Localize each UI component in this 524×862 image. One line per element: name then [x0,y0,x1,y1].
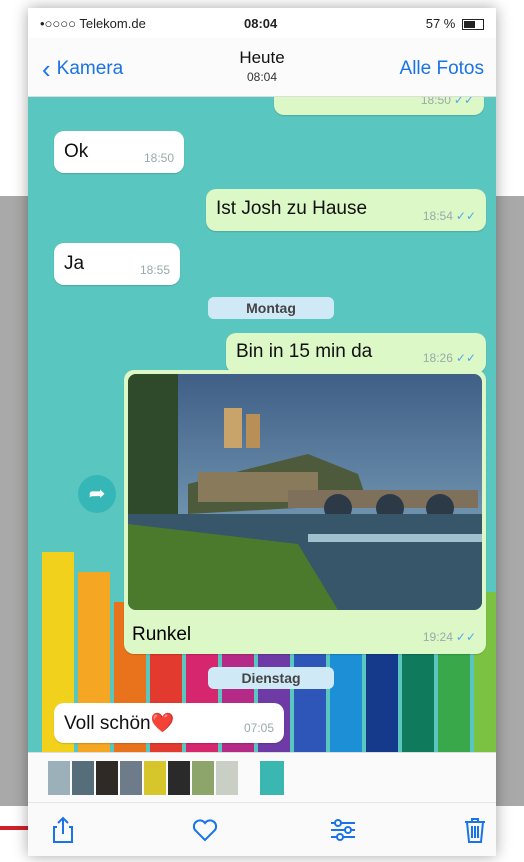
day-separator: Montag [208,297,334,319]
battery-indicator: 57 % [426,16,484,31]
adjust-icon[interactable] [328,815,358,845]
message-text: Ok [64,141,89,162]
thumbnail-strip[interactable] [28,752,496,803]
heart-icon[interactable] [190,815,220,845]
carrier-label: •○○○○ Telekom.de [40,16,146,31]
message-text: Ja [64,253,85,274]
read-ticks-icon: ✓✓ [455,209,476,223]
message-time: 18:50 ✓✓ [421,97,474,107]
read-ticks-icon: ✓✓ [453,97,474,107]
photo-thumbnail[interactable] [72,761,94,795]
share-icon[interactable] [48,815,78,845]
day-separator: Dienstag [208,667,334,689]
nav-bar: ‹ Kamera Heute 08:04 Alle Fotos [28,38,496,97]
message-time: 18:26 ✓✓ [422,351,476,365]
message-text: Bin in 15 min da [236,341,373,362]
message-time: 18:50 [143,151,174,165]
bottom-toolbar [28,802,496,856]
message-time: 07:05 [243,721,274,735]
castle-photo-drawing [128,374,482,610]
photo-thumbnail[interactable] [96,761,118,795]
photo-thumbnail[interactable] [216,761,238,795]
message-bubble-partial: 18:50 ✓✓ [274,97,484,115]
message-time: 18:55 [139,263,170,277]
status-bar: •○○○○ Telekom.de 08:04 57 % [28,8,496,38]
battery-percent: 57 % [425,16,456,31]
photo-thumbnail[interactable] [192,761,214,795]
message-text: Voll schön❤️ [64,713,175,734]
status-time: 08:04 [244,16,278,31]
message-bubble-outgoing: Ist Josh zu Hause 18:54 ✓✓ [206,189,486,231]
photo-thumbnail-selected[interactable] [260,761,284,795]
message-bubble-outgoing: Bin in 15 min da 18:26 ✓✓ [226,333,486,373]
trash-icon[interactable] [460,815,490,845]
message-bubble-incoming: Ok 18:50 [54,131,184,173]
forward-arrow-icon[interactable]: ➦ [78,475,116,513]
photo-thumbnail[interactable] [168,761,190,795]
phone-screen: •○○○○ Telekom.de 08:04 57 % ‹ Kamera Heu… [28,8,496,856]
message-time: 18:54 ✓✓ [422,209,476,223]
image-caption: Runkel [132,624,192,645]
message-text: Ist Josh zu Hause [216,198,368,219]
photo-thumbnail[interactable] [144,761,166,795]
photo-thumbnail[interactable] [48,761,70,795]
photo-content-chat: 18:50 ✓✓ Ok 18:50 Ist Josh zu Hause 18:54… [28,97,496,752]
battery-icon [462,19,484,31]
message-bubble-incoming: Ja 18:55 [54,243,180,285]
castle-photo[interactable] [128,374,482,610]
message-bubble-incoming: Voll schön❤️ 07:05 [54,703,284,743]
photo-thumbnail[interactable] [120,761,142,795]
all-photos-button[interactable]: Alle Fotos [400,58,484,80]
pencil-decoration [402,652,434,752]
pencil-decoration [330,652,362,752]
image-message-bubble: Runkel 19:24 ✓✓ [124,370,486,654]
pencil-decoration [366,652,398,752]
message-time: 19:24 ✓✓ [422,630,476,644]
read-ticks-icon: ✓✓ [455,630,476,644]
read-ticks-icon: ✓✓ [455,351,476,365]
